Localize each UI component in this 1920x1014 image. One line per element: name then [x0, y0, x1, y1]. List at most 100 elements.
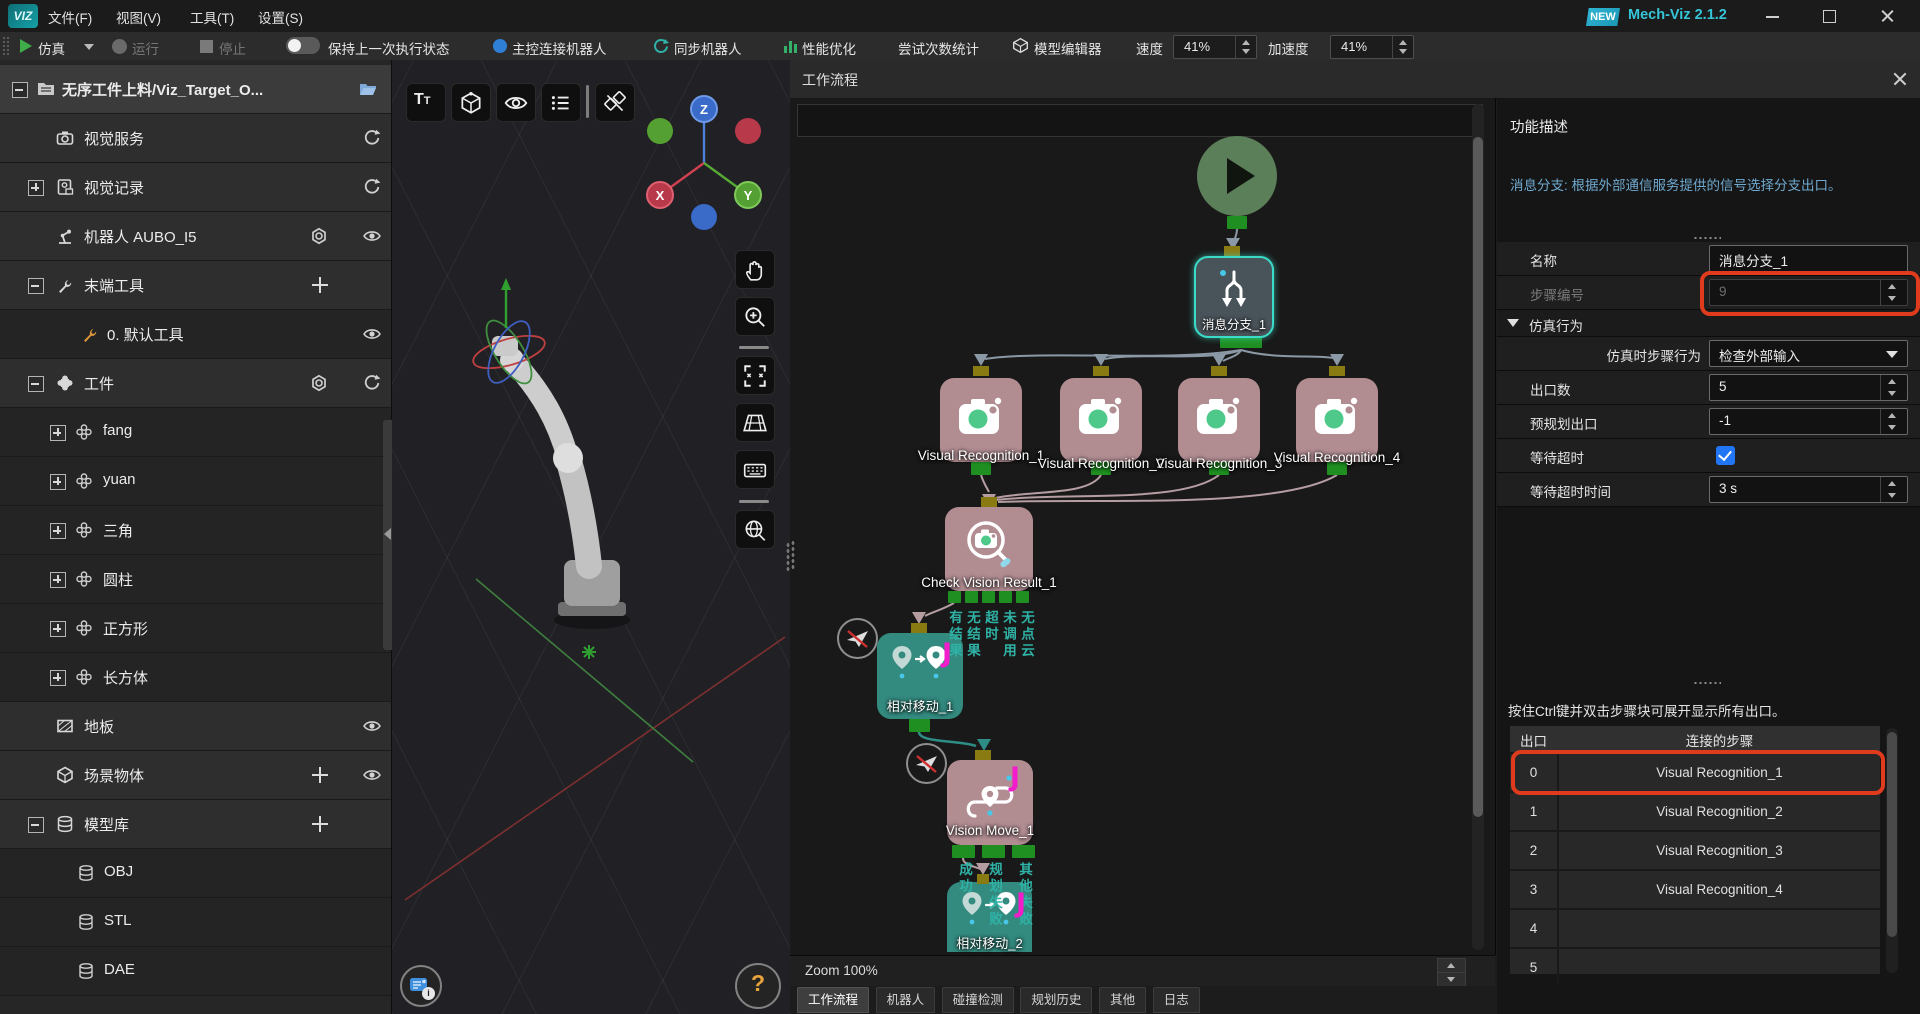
input-port[interactable] [975, 750, 991, 760]
sidebar-item-workpiece[interactable]: 工件 [0, 359, 391, 408]
sidebar-item-stl[interactable]: STL [0, 898, 391, 947]
table-scrollbar[interactable] [1886, 728, 1898, 973]
input-port[interactable] [1224, 246, 1240, 256]
outlet-row-3[interactable]: 3Visual Recognition_4 [1510, 869, 1880, 908]
panel-splitter[interactable] [1693, 681, 1721, 685]
output-port[interactable] [948, 591, 961, 603]
tab-collision[interactable]: 碰撞检测 [942, 987, 1014, 1013]
sidebar-item-end-tool[interactable]: 末端工具 [0, 261, 391, 310]
menu-tools[interactable]: 工具(T) [190, 7, 234, 27]
sidebar-item-default-tool[interactable]: 0. 默认工具 [0, 310, 391, 359]
input-port[interactable] [981, 497, 997, 507]
refresh-icon[interactable] [362, 177, 382, 197]
gear-icon[interactable] [309, 373, 329, 393]
3d-viewport[interactable]: TT [392, 60, 790, 1014]
open-project-icon[interactable] [358, 79, 378, 99]
simulate-button[interactable]: 仿真 [38, 38, 65, 58]
tab-workflow[interactable]: 工作流程 [797, 987, 869, 1013]
maximize-button[interactable] [1814, 6, 1844, 26]
eye-icon[interactable] [362, 716, 382, 736]
refresh-icon[interactable] [362, 373, 382, 393]
outlet-row-2[interactable]: 2Visual Recognition_3 [1510, 830, 1880, 869]
menu-file[interactable]: 文件(F) [48, 7, 92, 27]
node-visual-recognition-3[interactable] [1178, 378, 1260, 462]
eye-icon[interactable] [362, 765, 382, 785]
workflow-canvas[interactable]: 消息分支_1 [790, 98, 1496, 955]
add-scene-object-button[interactable] [311, 766, 329, 784]
preplan-outlet-input[interactable]: -1 [1709, 408, 1908, 435]
tab-others[interactable]: 其他 [1099, 987, 1146, 1013]
globe-view-button[interactable] [735, 510, 775, 549]
canvas-splitter[interactable] [791, 540, 795, 570]
wait-time-input[interactable]: 3 s [1709, 476, 1908, 503]
minimize-button[interactable] [1757, 6, 1787, 26]
run-button[interactable]: 运行 [132, 38, 159, 58]
sidebar-item-obj[interactable]: OBJ [0, 849, 391, 898]
expand-icon[interactable] [50, 425, 66, 441]
sidebar-item-square[interactable]: 正方形 [0, 604, 391, 653]
expand-icon[interactable] [50, 621, 66, 637]
output-port[interactable] [971, 462, 991, 475]
outlet-row-4[interactable]: 4 [1510, 908, 1880, 947]
sidebar-item-project[interactable]: 无序工件上料/Viz_Target_O... [0, 65, 391, 114]
tab-plan-history[interactable]: 规划历史 [1020, 987, 1092, 1013]
expand-icon[interactable] [28, 180, 44, 196]
output-port[interactable] [999, 591, 1012, 603]
perspective-button[interactable] [735, 403, 775, 442]
input-port[interactable] [973, 366, 989, 376]
expand-icon[interactable] [50, 572, 66, 588]
sync-robot-button[interactable]: 同步机器人 [674, 38, 742, 58]
column-header-outlet[interactable]: 出口 [1510, 730, 1557, 750]
scrollbar-thumb[interactable] [1887, 732, 1897, 937]
sidebar-item-yuan[interactable]: yuan [0, 457, 391, 506]
close-button[interactable] [1872, 6, 1902, 26]
accel-input[interactable]: 41% [1330, 35, 1414, 59]
refresh-icon[interactable] [362, 128, 382, 148]
outlet-row-1[interactable]: 1Visual Recognition_2 [1510, 791, 1880, 830]
input-port[interactable] [1093, 366, 1109, 376]
eye-icon[interactable] [362, 324, 382, 344]
expand-icon[interactable] [50, 474, 66, 490]
output-port[interactable] [952, 845, 975, 858]
menu-view[interactable]: 视图(V) [116, 7, 161, 27]
zoom-in-button[interactable] [735, 297, 775, 336]
output-port[interactable] [965, 591, 978, 603]
input-port[interactable] [1329, 366, 1345, 376]
zoom-in-step-button[interactable] [1437, 958, 1466, 973]
menu-settings[interactable]: 设置(S) [258, 7, 303, 27]
sidebar-item-vision-service[interactable]: 视觉服务 [0, 114, 391, 163]
sidebar-item-model-library[interactable]: 模型库 [0, 800, 391, 849]
output-port[interactable] [982, 845, 1005, 858]
tab-robot[interactable]: 机器人 [876, 987, 936, 1013]
collapse-icon[interactable] [12, 82, 28, 98]
column-header-connected-step[interactable]: 连接的步骤 [1559, 730, 1880, 750]
output-port[interactable] [982, 591, 995, 603]
expand-icon[interactable] [50, 523, 66, 539]
sidebar-item-dae[interactable]: DAE [0, 947, 391, 996]
close-panel-button[interactable] [1890, 69, 1910, 89]
master-control-button[interactable]: 主控连接机器人 [512, 38, 607, 58]
collapse-icon[interactable] [28, 376, 44, 392]
collapse-icon[interactable] [28, 278, 44, 294]
help-button[interactable]: ? [735, 963, 781, 1009]
zoom-out-step-button[interactable] [1437, 972, 1466, 987]
sidebar-item-robot[interactable]: 机器人 AUBO_I5 [0, 212, 391, 261]
workflow-scrollbar[interactable] [1472, 104, 1484, 950]
output-port[interactable] [909, 719, 930, 732]
workflow-start-node[interactable] [1197, 136, 1277, 216]
input-port[interactable] [1211, 366, 1227, 376]
sidebar-item-fang[interactable]: fang [0, 408, 391, 457]
name-input[interactable]: 消息分支_1 [1709, 245, 1908, 272]
attempt-stats-button[interactable]: 尝试次数统计 [898, 38, 979, 58]
input-port[interactable] [911, 623, 927, 633]
gear-icon[interactable] [309, 226, 329, 246]
keep-state-toggle[interactable] [286, 37, 320, 54]
output-port[interactable] [1012, 845, 1035, 858]
model-editor-button[interactable]: 模型编辑器 [1034, 38, 1102, 58]
wait-timeout-checkbox[interactable] [1716, 446, 1735, 465]
sidebar-item-vision-record[interactable]: 视觉记录 [0, 163, 391, 212]
node-message-branch[interactable]: 消息分支_1 [1194, 256, 1274, 338]
pose-list-button[interactable] [735, 450, 775, 489]
sidebar-item-scene-object[interactable]: 场景物体 [0, 751, 391, 800]
sidebar-item-triangle[interactable]: 三角 [0, 506, 391, 555]
